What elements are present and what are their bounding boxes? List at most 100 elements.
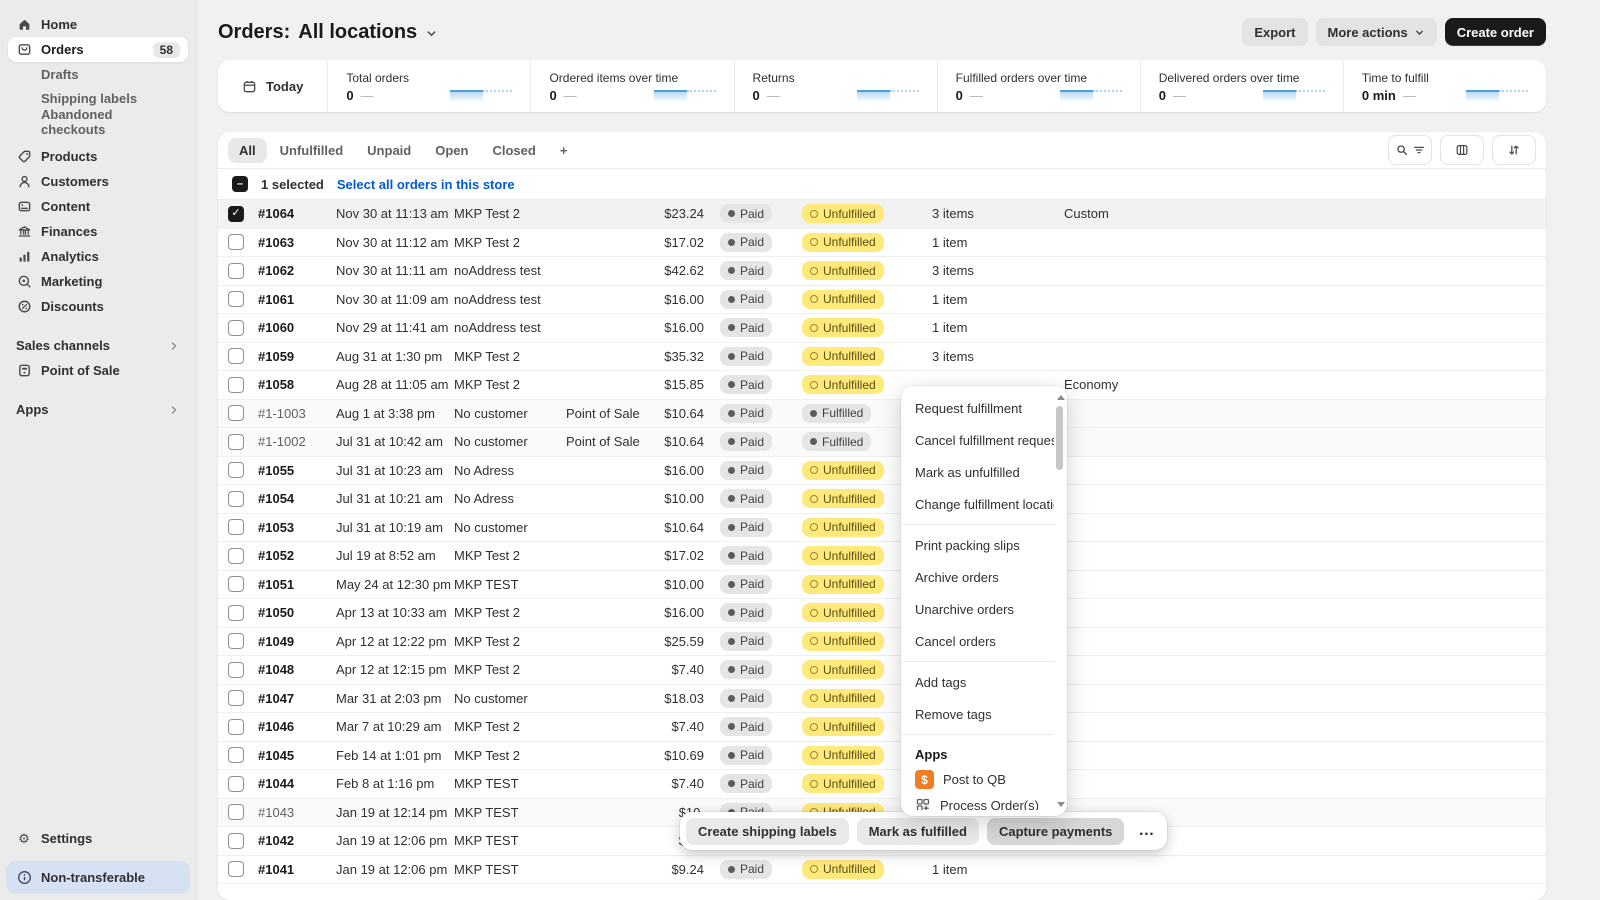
pos-icon <box>16 363 32 379</box>
row-checkbox[interactable] <box>228 377 244 393</box>
sidebar-item-settings[interactable]: ⚙ Settings <box>8 826 188 851</box>
row-checkbox[interactable] <box>228 747 244 763</box>
more-bulk-actions-button[interactable]: … <box>1132 822 1161 840</box>
row-checkbox[interactable] <box>228 833 244 849</box>
order-row-1062[interactable]: #1062Nov 30 at 11:11 amnoAddress test$42… <box>218 257 1546 286</box>
menu-item-change-fulfillment-location[interactable]: Change fulfillment location <box>901 488 1054 520</box>
order-row-1-1002[interactable]: #1-1002Jul 31 at 10:42 amNo customerPoin… <box>218 428 1546 457</box>
row-checkbox[interactable] <box>228 519 244 535</box>
order-row-1049[interactable]: #1049Apr 12 at 12:22 pmMKP Test 2$25.59P… <box>218 628 1546 657</box>
row-checkbox[interactable] <box>228 861 244 877</box>
mark-as-fulfilled-button[interactable]: Mark as fulfilled <box>857 818 979 845</box>
sidebar-item-customers[interactable]: Customers <box>8 169 188 194</box>
non-transferable-banner[interactable]: Non-transferable <box>6 861 190 894</box>
order-row-1047[interactable]: #1047Mar 31 at 2:03 pmNo customer$18.03P… <box>218 685 1546 714</box>
columns-button[interactable] <box>1440 135 1484 165</box>
menu-item-cancel-orders[interactable]: Cancel orders <box>901 625 1054 657</box>
order-row-1059[interactable]: #1059Aug 31 at 1:30 pmMKP Test 2$35.32Pa… <box>218 343 1546 372</box>
order-row-1045[interactable]: #1045Feb 14 at 1:01 pmMKP Test 2$10.69Pa… <box>218 742 1546 771</box>
row-checkbox[interactable] <box>228 605 244 621</box>
row-checkbox[interactable] <box>228 405 244 421</box>
sidebar-item-finances[interactable]: Finances <box>8 219 188 244</box>
row-checkbox[interactable] <box>228 491 244 507</box>
order-row-1054[interactable]: #1054Jul 31 at 10:21 amNo Adress$10.00Pa… <box>218 485 1546 514</box>
export-button[interactable]: Export <box>1242 18 1307 46</box>
sidebar-item-content[interactable]: Content <box>8 194 188 219</box>
sidebar-item-orders[interactable]: Orders58 <box>8 37 188 62</box>
add-view-tab[interactable]: + <box>549 138 579 163</box>
more-actions-button[interactable]: More actions <box>1316 18 1437 46</box>
menu-item-unarchive-orders[interactable]: Unarchive orders <box>901 593 1054 625</box>
create-order-button[interactable]: Create order <box>1445 18 1546 46</box>
order-date: Jul 19 at 8:52 am <box>336 548 454 563</box>
row-checkbox[interactable]: ✓ <box>228 206 244 222</box>
sidebar-item-sales-channels[interactable]: Sales channels <box>8 333 188 358</box>
order-row-1063[interactable]: #1063Nov 30 at 11:12 amMKP Test 2$17.02P… <box>218 229 1546 258</box>
order-row-1064[interactable]: ✓#1064Nov 30 at 11:13 amMKP Test 2$23.24… <box>218 200 1546 229</box>
tab-open[interactable]: Open <box>424 138 479 163</box>
row-checkbox[interactable] <box>228 291 244 307</box>
order-row-1-1003[interactable]: #1-1003Aug 1 at 3:38 pmNo customerPoint … <box>218 400 1546 429</box>
menu-item-remove-tags[interactable]: Remove tags <box>901 698 1054 730</box>
order-row-1051[interactable]: #1051May 24 at 12:30 pmMKP TEST$10.00Pai… <box>218 571 1546 600</box>
row-checkbox[interactable] <box>228 662 244 678</box>
menu-item-request-fulfillment[interactable]: Request fulfillment <box>901 392 1054 424</box>
row-checkbox[interactable] <box>228 263 244 279</box>
sidebar-item-abandoned-checkouts[interactable]: Abandoned checkouts <box>8 110 188 134</box>
menu-item-post-to-qb[interactable]: $Post to QB <box>901 766 1054 793</box>
row-checkbox[interactable] <box>228 690 244 706</box>
tab-unfulfilled[interactable]: Unfulfilled <box>269 138 355 163</box>
page-title[interactable]: Orders: All locations <box>218 21 438 44</box>
order-row-1058[interactable]: #1058Aug 28 at 11:05 amMKP Test 2$15.85P… <box>218 371 1546 400</box>
order-row-1046[interactable]: #1046Mar 7 at 10:29 amMKP Test 2$7.40Pai… <box>218 713 1546 742</box>
order-row-1053[interactable]: #1053Jul 31 at 10:19 amNo customer$10.64… <box>218 514 1546 543</box>
scroll-down-arrow-icon[interactable] <box>1057 802 1065 807</box>
order-row-1050[interactable]: #1050Apr 13 at 10:33 amMKP Test 2$16.00P… <box>218 599 1546 628</box>
row-checkbox[interactable] <box>228 434 244 450</box>
menu-item-process-order-s[interactable]: Process Order(s) <box>901 793 1054 810</box>
scrollbar-thumb[interactable] <box>1056 406 1063 470</box>
order-row-1052[interactable]: #1052Jul 19 at 8:52 amMKP Test 2$17.02Pa… <box>218 542 1546 571</box>
row-checkbox[interactable] <box>228 320 244 336</box>
tab-all[interactable]: All <box>228 138 267 163</box>
row-checkbox[interactable] <box>228 776 244 792</box>
tab-unpaid[interactable]: Unpaid <box>356 138 422 163</box>
scroll-up-arrow-icon[interactable] <box>1057 395 1065 400</box>
sort-button[interactable] <box>1492 135 1536 165</box>
row-checkbox[interactable] <box>228 633 244 649</box>
order-row-1061[interactable]: #1061Nov 30 at 11:09 amnoAddress test$16… <box>218 286 1546 315</box>
row-checkbox[interactable] <box>228 576 244 592</box>
capture-payments-button[interactable]: Capture payments <box>987 818 1124 845</box>
row-checkbox[interactable] <box>228 548 244 564</box>
sidebar-item-home[interactable]: Home <box>8 12 188 37</box>
sidebar-item-drafts[interactable]: Drafts <box>8 62 188 86</box>
select-all-store-link[interactable]: Select all orders in this store <box>337 177 515 192</box>
search-filter-button[interactable] <box>1388 135 1432 165</box>
order-row-1041[interactable]: #1041Jan 19 at 12:06 pmMKP TEST$9.24Paid… <box>218 856 1546 885</box>
order-row-1055[interactable]: #1055Jul 31 at 10:23 amNo Adress$16.00Pa… <box>218 457 1546 486</box>
select-all-checkbox[interactable]: – <box>232 176 248 192</box>
order-row-1044[interactable]: #1044Feb 8 at 1:16 pmMKP TEST$7.40PaidUn… <box>218 770 1546 799</box>
row-checkbox[interactable] <box>228 462 244 478</box>
menu-item-archive-orders[interactable]: Archive orders <box>901 561 1054 593</box>
sidebar-item-point-of-sale[interactable]: Point of Sale <box>8 358 188 383</box>
order-row-1060[interactable]: #1060Nov 29 at 11:41 amnoAddress test$16… <box>218 314 1546 343</box>
menu-scrollbar[interactable] <box>1054 392 1067 810</box>
sidebar-item-analytics[interactable]: Analytics <box>8 244 188 269</box>
date-range-picker[interactable]: Today <box>218 60 328 112</box>
row-checkbox[interactable] <box>228 234 244 250</box>
sidebar-item-apps[interactable]: Apps <box>8 397 188 422</box>
row-checkbox[interactable] <box>228 348 244 364</box>
tab-closed[interactable]: Closed <box>481 138 546 163</box>
row-checkbox[interactable] <box>228 804 244 820</box>
order-row-1048[interactable]: #1048Apr 12 at 12:15 pmMKP Test 2$7.40Pa… <box>218 656 1546 685</box>
sidebar-item-marketing[interactable]: Marketing <box>8 269 188 294</box>
sidebar-item-products[interactable]: Products <box>8 144 188 169</box>
sidebar-item-discounts[interactable]: Discounts <box>8 294 188 319</box>
row-checkbox[interactable] <box>228 719 244 735</box>
menu-item-cancel-fulfillment-requests[interactable]: Cancel fulfillment requests <box>901 424 1054 456</box>
create-shipping-labels-button[interactable]: Create shipping labels <box>686 818 849 845</box>
menu-item-print-packing-slips[interactable]: Print packing slips <box>901 529 1054 561</box>
menu-item-add-tags[interactable]: Add tags <box>901 666 1054 698</box>
menu-item-mark-as-unfulfilled[interactable]: Mark as unfulfilled <box>901 456 1054 488</box>
